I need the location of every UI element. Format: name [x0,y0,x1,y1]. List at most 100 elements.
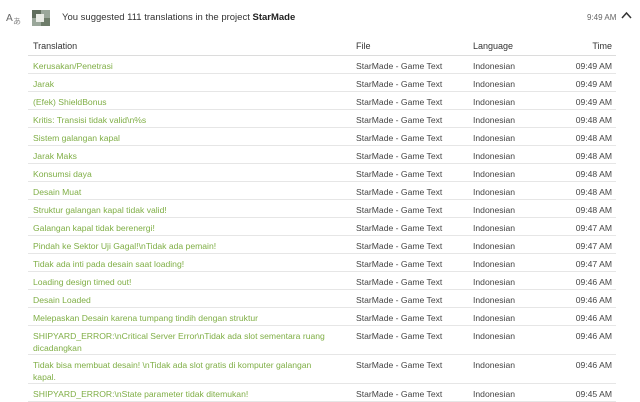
file-cell: StarMade - Game Text [356,169,443,179]
translation-link[interactable]: Pindah ke Sektor Uji Gagal!\nTidak ada p… [33,240,333,252]
table-row: Tidak ada inti pada desain saat loading!… [28,254,616,272]
language-cell: Indonesian [473,241,516,251]
table-row: Desain Loaded StarMade - Game Text Indones… [28,290,616,308]
table-row: Loading design timed out! StarMade - Game… [28,272,616,290]
language-cell: Indonesian [473,97,516,107]
translation-link[interactable]: Kritis: Transisi tidak valid\n%s [33,114,333,126]
time-cell: 09:48 AM [575,151,612,161]
summary-text: You suggested 111 translations in the pr… [62,12,250,23]
translation-link[interactable]: Kerusakan/Penetrasi [33,60,333,72]
translation-link[interactable]: (Efek) ShieldBonus [33,96,333,108]
translation-link[interactable]: Tidak ada inti pada desain saat loading! [33,258,333,270]
svg-text:あ: あ [13,17,21,25]
time-cell: 09:47 AM [575,223,612,233]
language-cell: Indonesian [473,295,516,305]
table-row: Tidak bisa membuat desain! \nTidak ada s… [28,355,616,384]
table-row: Melepaskan Desain karena tumpang tindih … [28,308,616,326]
file-cell: StarMade - Game Text [356,295,443,305]
file-cell: StarMade - Game Text [356,259,443,269]
chevron-up-icon[interactable] [621,11,632,19]
translation-link[interactable]: Jarak Maks [33,150,333,162]
language-cell: Indonesian [473,133,516,143]
activity-timestamp: 9:49 AM [587,13,617,22]
language-cell: Indonesian [473,151,516,161]
table-header: Translation File Language Time [28,36,616,56]
translation-link[interactable]: Loading design timed out! [33,276,333,288]
file-cell: StarMade - Game Text [356,205,443,215]
file-cell: StarMade - Game Text [356,187,443,197]
col-file: File [356,41,371,51]
language-cell: Indonesian [473,313,516,323]
avatar[interactable] [32,10,50,26]
time-cell: 09:49 AM [575,79,612,89]
translation-link[interactable]: Konsumsi daya [33,168,333,180]
table-body: Kerusakan/Penetrasi StarMade - Game Text I… [28,56,616,402]
translation-link[interactable]: Melepaskan Desain karena tumpang tindih … [33,312,333,324]
language-cell: Indonesian [473,169,516,179]
svg-text:A: A [6,13,13,24]
col-time: Time [592,41,612,51]
translation-link[interactable]: SHIPYARD_ERROR:\nState parameter tidak d… [33,388,333,400]
table-row: Pindah ke Sektor Uji Gagal!\nTidak ada p… [28,236,616,254]
language-cell: Indonesian [473,277,516,287]
file-cell: StarMade - Game Text [356,79,443,89]
time-cell: 09:46 AM [575,313,612,323]
table-row: Kerusakan/Penetrasi StarMade - Game Text I… [28,56,616,74]
file-cell: StarMade - Game Text [356,61,443,71]
language-cell: Indonesian [473,115,516,125]
table-row: (Efek) ShieldBonus StarMade - Game Text In… [28,92,616,110]
file-cell: StarMade - Game Text [356,331,443,341]
translation-link[interactable]: Desain Loaded [33,294,333,306]
time-cell: 09:46 AM [575,277,612,287]
time-cell: 09:47 AM [575,259,612,269]
file-cell: StarMade - Game Text [356,313,443,323]
time-cell: 09:46 AM [575,360,612,370]
translation-link[interactable]: Tidak bisa membuat desain! \nTidak ada s… [33,359,333,383]
file-cell: StarMade - Game Text [356,133,443,143]
file-cell: StarMade - Game Text [356,360,443,370]
file-cell: StarMade - Game Text [356,151,443,161]
table-row: Galangan kapal tidak berenergi! StarMade … [28,218,616,236]
activity-summary: You suggested 111 translations in the pr… [62,12,295,23]
language-cell: Indonesian [473,223,516,233]
table-row: Desain Muat StarMade - Game Text Indonesia… [28,182,616,200]
time-cell: 09:49 AM [575,97,612,107]
table-row: Sistem galangan kapal StarMade - Game Tex… [28,128,616,146]
time-cell: 09:47 AM [575,241,612,251]
table-row: SHIPYARD_ERROR:\nState parameter tidak d… [28,384,616,402]
translation-link[interactable]: Sistem galangan kapal [33,132,333,144]
table-row: SHIPYARD_ERROR:\nCritical Server Error\n… [28,326,616,355]
time-cell: 09:46 AM [575,295,612,305]
file-cell: StarMade - Game Text [356,115,443,125]
file-cell: StarMade - Game Text [356,223,443,233]
time-cell: 09:48 AM [575,187,612,197]
table-row: Jarak Maks StarMade - Game Text Indonesian… [28,146,616,164]
time-cell: 09:48 AM [575,133,612,143]
time-cell: 09:49 AM [575,61,612,71]
file-cell: StarMade - Game Text [356,277,443,287]
col-translation: Translation [33,41,78,51]
table-row: Kritis: Transisi tidak valid\n%s StarMade… [28,110,616,128]
time-cell: 09:45 AM [575,389,612,399]
table-row: Struktur galangan kapal tidak valid! Star… [28,200,616,218]
project-link[interactable]: StarMade [252,12,295,23]
table-row: Konsumsi daya StarMade - Game Text Indones… [28,164,616,182]
language-cell: Indonesian [473,205,516,215]
time-cell: 09:48 AM [575,115,612,125]
col-language: Language [473,41,514,51]
time-cell: 09:48 AM [575,169,612,179]
activity-header: A あ You suggested 111 translations in th… [0,0,640,36]
translation-link[interactable]: SHIPYARD_ERROR:\nCritical Server Error\n… [33,330,333,354]
language-cell: Indonesian [473,187,516,197]
translation-link[interactable]: Galangan kapal tidak berenergi! [33,222,333,234]
translation-link[interactable]: Desain Muat [33,186,333,198]
file-cell: StarMade - Game Text [356,97,443,107]
language-cell: Indonesian [473,360,516,370]
language-cell: Indonesian [473,79,516,89]
language-cell: Indonesian [473,259,516,269]
translation-link[interactable]: Jarak [33,78,333,90]
translate-icon: A あ [6,13,21,25]
translation-link[interactable]: Struktur galangan kapal tidak valid! [33,204,333,216]
language-cell: Indonesian [473,389,516,399]
table-row: Jarak StarMade - Game Text Indonesian 09:49… [28,74,616,92]
